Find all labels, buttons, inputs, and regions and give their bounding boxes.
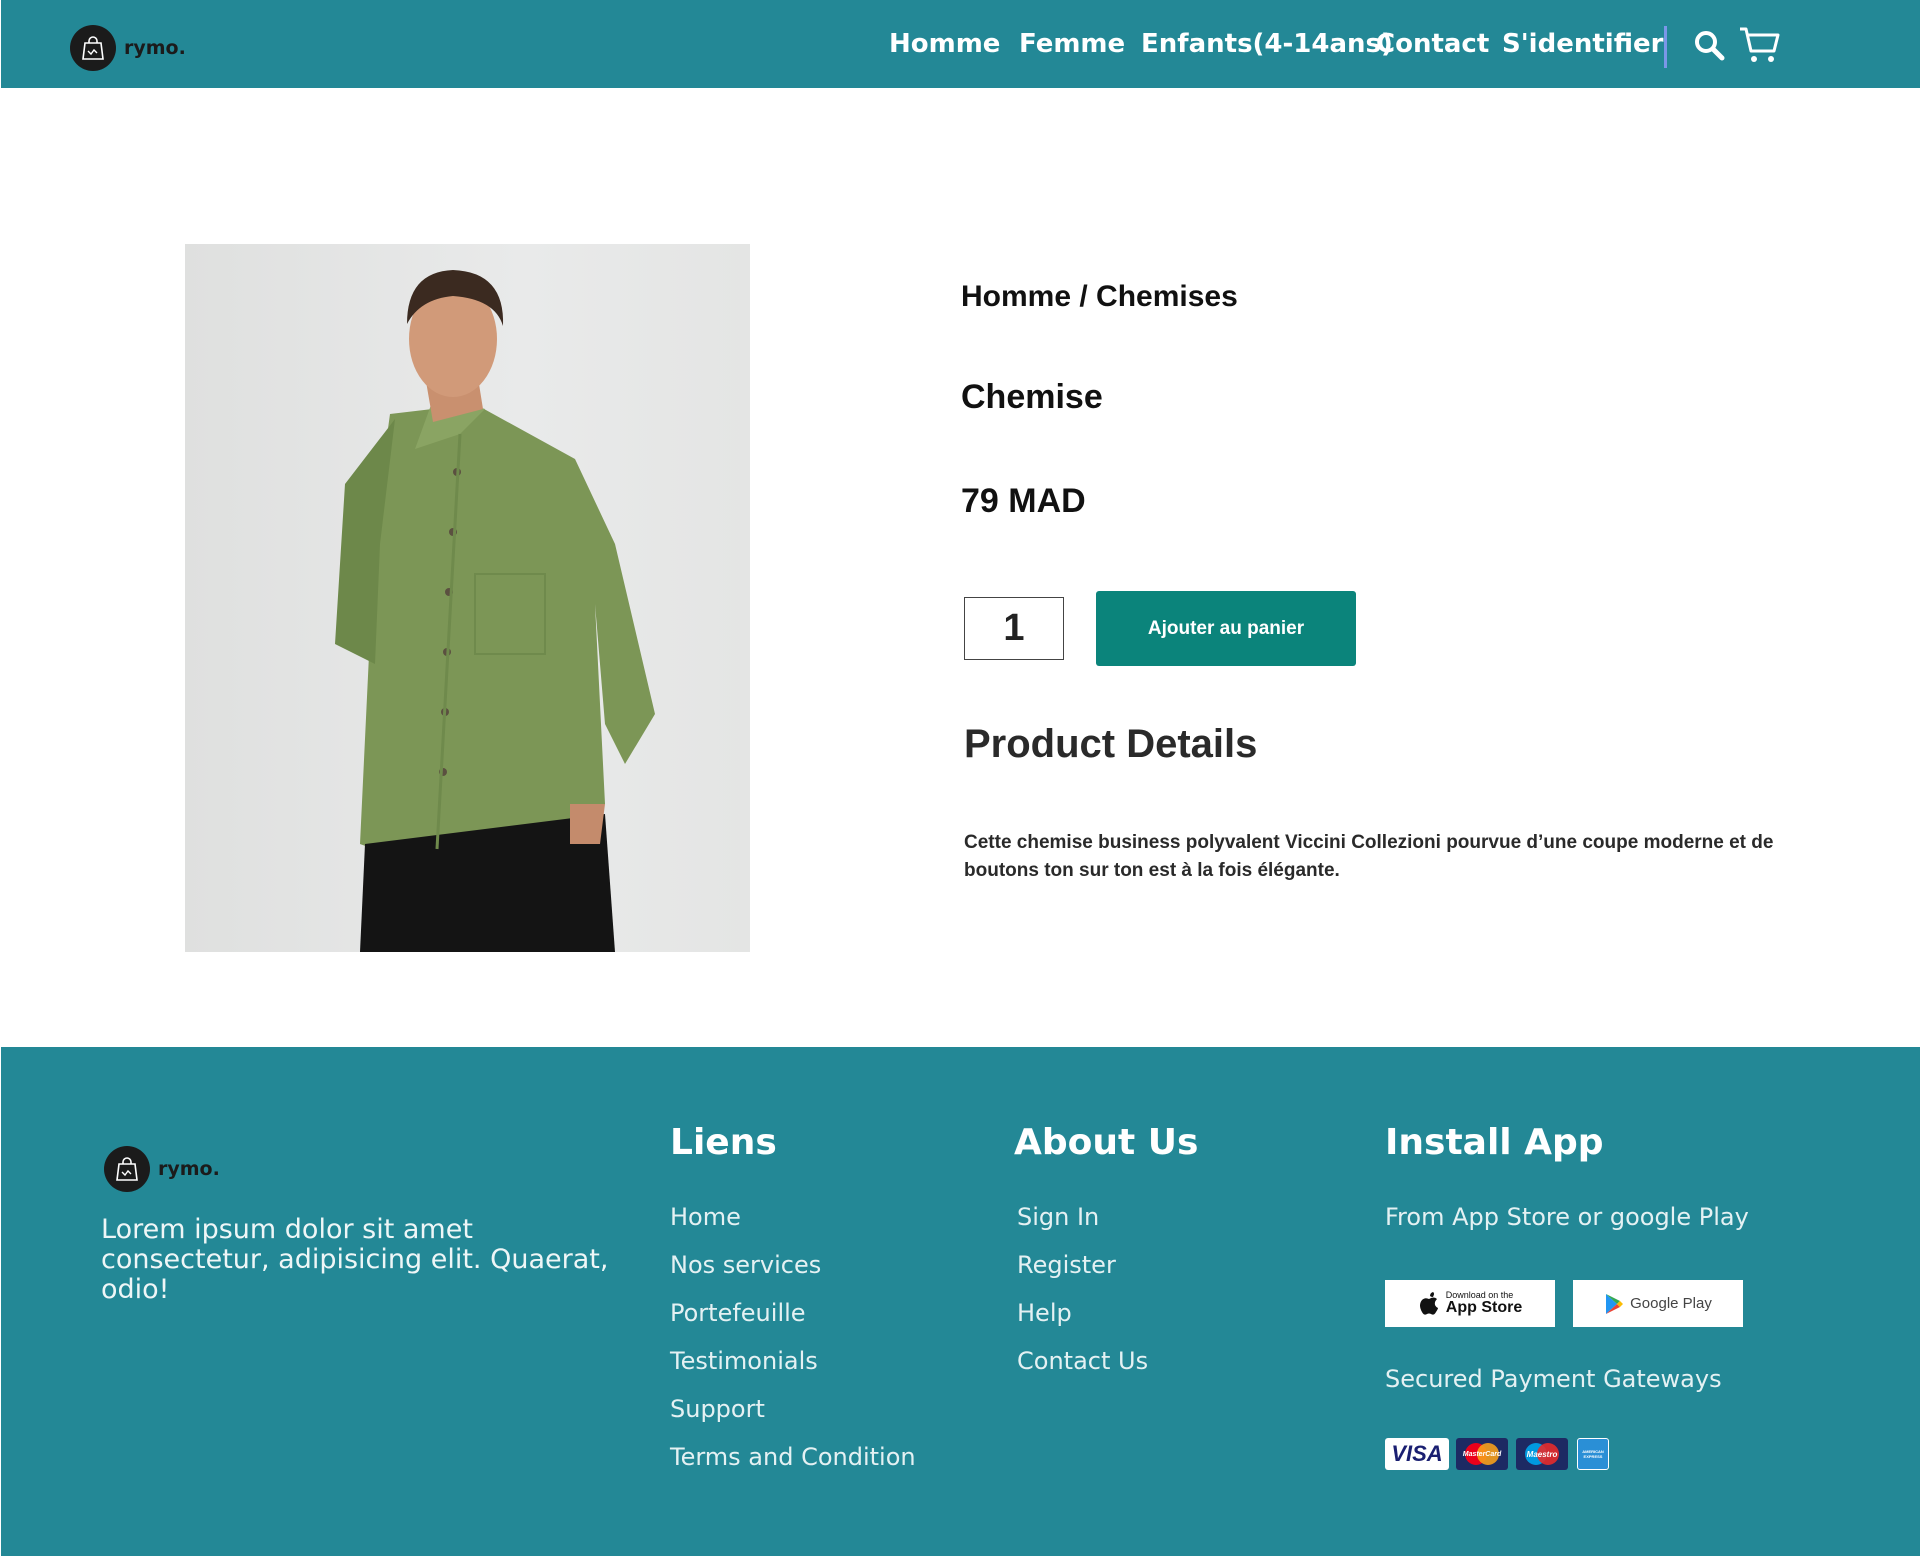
maestro-label: Maestro (1526, 1449, 1558, 1459)
payments-label: Secured Payment Gateways (1385, 1365, 1722, 1393)
footer-description: Lorem ipsum dolor sit amet consectetur, … (101, 1214, 609, 1305)
footer-link-register[interactable]: Register (1017, 1248, 1116, 1282)
nav-homme[interactable]: Homme (889, 22, 1000, 66)
product-details-text: Cette chemise business polyvalent Viccin… (964, 832, 1774, 881)
brand-name: rymo. (124, 37, 186, 59)
footer-link-testimonials[interactable]: Testimonials (670, 1344, 818, 1378)
brand-logo[interactable]: rymo. (70, 25, 186, 71)
google-play-button[interactable]: Google Play (1573, 1280, 1743, 1327)
amex-card-icon: AMERICAN EXPRESS (1577, 1438, 1609, 1470)
shopping-bag-icon (70, 25, 116, 71)
mastercard-label: MasterCard (1462, 1450, 1502, 1458)
footer-link-portefeuille[interactable]: Portefeuille (670, 1296, 806, 1330)
footer-link-nos-services[interactable]: Nos services (670, 1248, 821, 1282)
visa-label: VISA (1391, 1441, 1443, 1466)
about-title: About Us (1014, 1122, 1199, 1163)
product-details-heading: Product Details (964, 722, 1258, 766)
nav-femme[interactable]: Femme (1019, 22, 1125, 66)
footer-brand-name: rymo. (158, 1158, 220, 1180)
mastercard-icon: MasterCard (1456, 1438, 1508, 1470)
footer-link-terms[interactable]: Terms and Condition (670, 1440, 916, 1474)
cart-icon[interactable] (1738, 25, 1782, 65)
product-price: 79 MAD (961, 482, 1086, 520)
google-play-icon (1606, 1293, 1624, 1314)
install-subtitle: From App Store or google Play (1385, 1203, 1749, 1231)
nav-sidentifier[interactable]: S'identifier (1502, 22, 1663, 66)
visa-card-icon: VISA (1385, 1438, 1449, 1470)
add-to-cart-button[interactable]: Ajouter au panier (1096, 591, 1356, 666)
apple-icon (1419, 1291, 1438, 1315)
app-store-text: App Store (1445, 1299, 1523, 1316)
footer-link-support[interactable]: Support (670, 1392, 765, 1426)
product-image (185, 244, 750, 952)
man-in-green-shirt-illustration (335, 270, 655, 952)
quantity-input[interactable] (964, 597, 1064, 660)
search-icon[interactable] (1692, 28, 1726, 62)
shopping-bag-icon (104, 1146, 150, 1192)
app-store-button[interactable]: Download on the App Store (1385, 1280, 1555, 1327)
footer-link-sign-in[interactable]: Sign In (1017, 1200, 1099, 1234)
nav-enfants[interactable]: Enfants(4-14ans) (1141, 22, 1393, 66)
footer-brand-logo[interactable]: rymo. (104, 1146, 220, 1192)
nav-divider (1664, 26, 1667, 68)
liens-title: Liens (670, 1122, 777, 1163)
google-play-text: Google Play (1630, 1295, 1712, 1312)
nav-contact[interactable]: Contact (1376, 22, 1489, 66)
install-title: Install App (1385, 1122, 1604, 1163)
product-title: Chemise (961, 378, 1103, 416)
footer-link-contact-us[interactable]: Contact Us (1017, 1344, 1148, 1378)
breadcrumb: Homme / Chemises (961, 280, 1238, 313)
maestro-card-icon: Maestro (1516, 1438, 1568, 1470)
footer-link-home[interactable]: Home (670, 1200, 741, 1234)
footer-link-help[interactable]: Help (1017, 1296, 1072, 1330)
amex-label: AMERICAN EXPRESS (1582, 1449, 1604, 1459)
